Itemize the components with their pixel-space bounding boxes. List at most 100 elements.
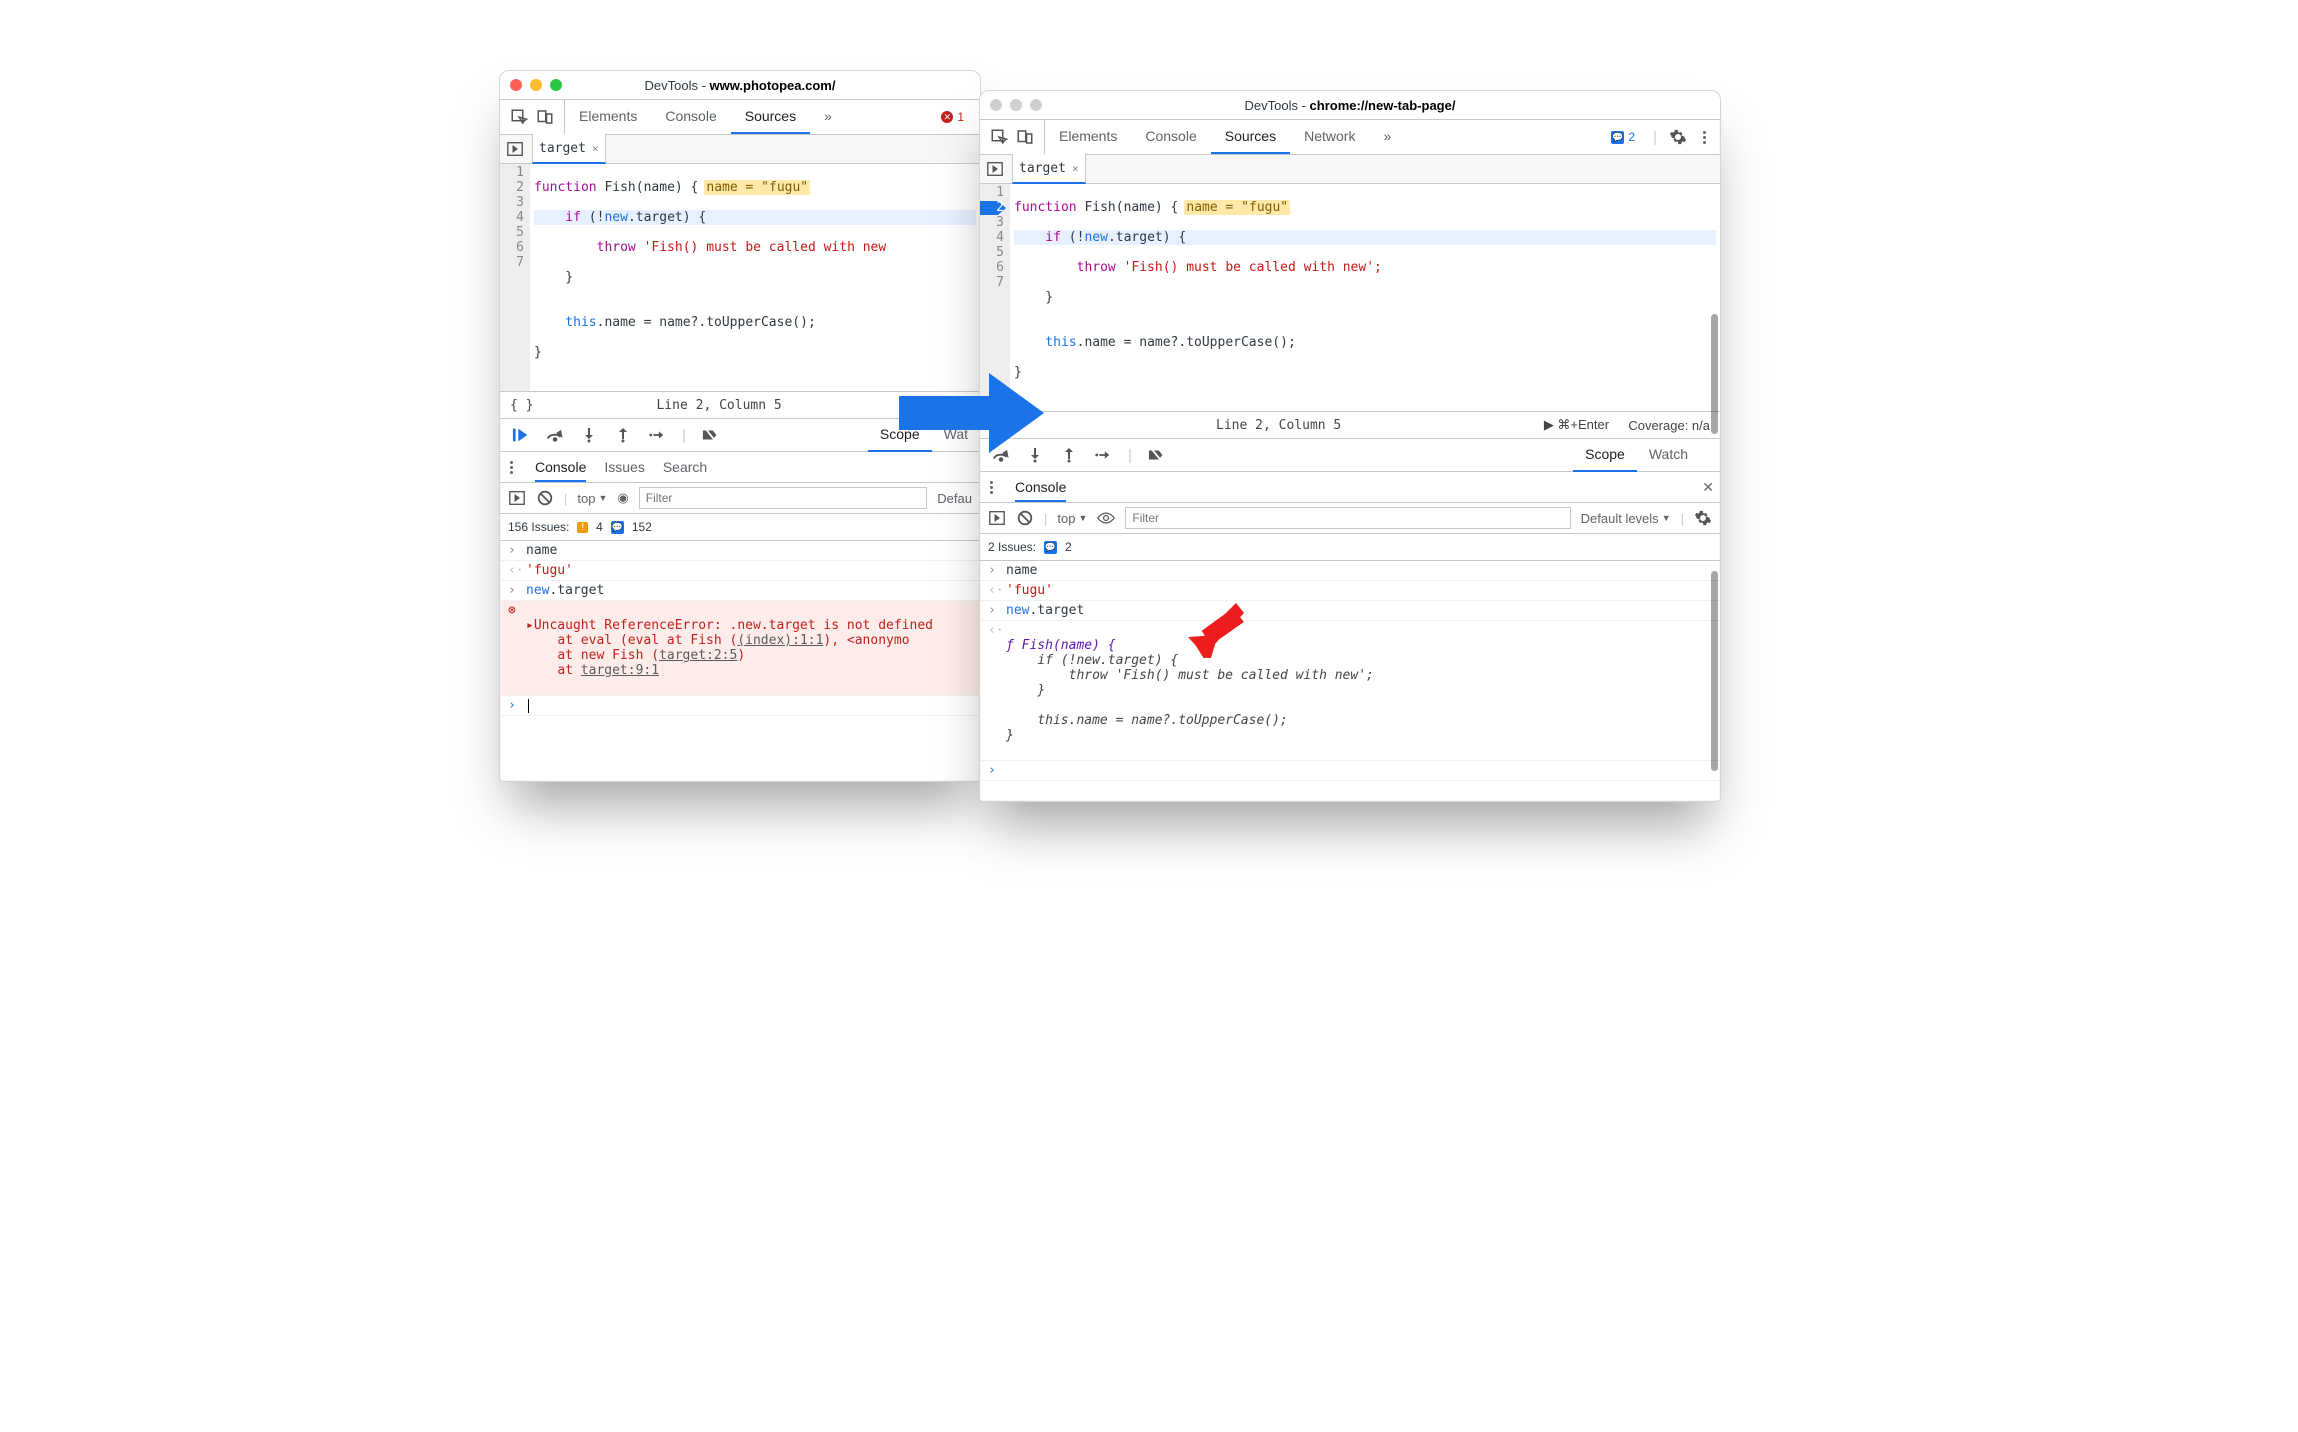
maximize-icon[interactable]: [1030, 99, 1042, 111]
step-icon[interactable]: [648, 427, 666, 443]
file-tab-target[interactable]: target ×: [1012, 154, 1086, 184]
show-navigator-icon[interactable]: [986, 160, 1004, 178]
tab-network[interactable]: Network: [1290, 120, 1369, 154]
close-file-icon[interactable]: ×: [1072, 162, 1079, 175]
console-sidebar-icon[interactable]: [508, 489, 526, 507]
code-content[interactable]: function Fish(name) {name = "fugu" if (!…: [1010, 184, 1720, 411]
clear-console-icon[interactable]: [536, 489, 554, 507]
settings-icon[interactable]: [1669, 128, 1687, 146]
window-title: DevTools - chrome://new-tab-page/: [1245, 98, 1456, 113]
console-output-value: 'fugu': [1006, 583, 1712, 598]
deactivate-breakpoints-icon[interactable]: [702, 427, 720, 443]
titlebar[interactable]: DevTools - chrome://new-tab-page/: [980, 91, 1720, 120]
live-expression-icon[interactable]: [1097, 509, 1115, 527]
close-icon[interactable]: [510, 79, 522, 91]
issues-count: 156 Issues:: [508, 520, 569, 534]
scrollbar-thumb[interactable]: [1711, 314, 1718, 434]
tab-sources[interactable]: Sources: [731, 100, 810, 134]
close-file-icon[interactable]: ×: [592, 142, 599, 155]
drawer-menu-icon[interactable]: [506, 461, 517, 474]
drawer-tabs: Console ✕: [980, 472, 1720, 503]
tab-console[interactable]: Console: [1131, 120, 1210, 154]
issues-bar[interactable]: 156 Issues: ! 4 💬 152: [500, 514, 980, 541]
inspect-icon[interactable]: [990, 128, 1008, 146]
console-error: ⊗ ▸Uncaught ReferenceError: .new.target …: [500, 601, 980, 696]
execution-line: if (!new.target) {: [1014, 230, 1716, 245]
message-badge-icon: 💬: [611, 521, 624, 534]
context-selector[interactable]: top▼: [1057, 511, 1087, 526]
show-navigator-icon[interactable]: [506, 140, 524, 158]
step-over-icon[interactable]: [546, 427, 564, 443]
live-expression-icon[interactable]: ◉: [617, 490, 628, 506]
file-tab-target[interactable]: target ×: [532, 134, 606, 164]
message-badge[interactable]: 💬2: [1605, 129, 1641, 145]
gutter[interactable]: 1234567: [500, 164, 530, 391]
console-output[interactable]: ›name ‹·'fugu' ›new.target ‹· ƒ Fish(nam…: [980, 561, 1720, 781]
code-editor[interactable]: 1 2 34567 function Fish(name) {name = "f…: [980, 184, 1720, 411]
console-input: new.target: [526, 583, 972, 598]
scope-tab[interactable]: Scope: [1573, 438, 1637, 472]
source-link[interactable]: target:9:1: [581, 663, 659, 678]
step-icon[interactable]: [1094, 447, 1112, 463]
scrollbar-thumb[interactable]: [1711, 571, 1718, 771]
issues-bar[interactable]: 2 Issues: 💬 2: [980, 534, 1720, 561]
minimize-icon[interactable]: [1010, 99, 1022, 111]
run-hint: ▶ ⌘+Enter Coverage: n/a: [1544, 417, 1710, 433]
tabs-more[interactable]: »: [1369, 120, 1405, 154]
maximize-icon[interactable]: [550, 79, 562, 91]
context-selector[interactable]: top▼: [577, 491, 607, 506]
code-content[interactable]: function Fish(name) {name = "fugu" if (!…: [530, 164, 980, 391]
drawer-tab-issues[interactable]: Issues: [604, 459, 644, 475]
tab-sources[interactable]: Sources: [1211, 120, 1290, 154]
code-editor[interactable]: 1234567 function Fish(name) {name = "fug…: [500, 164, 980, 391]
step-out-icon[interactable]: [1060, 447, 1078, 463]
console-input: name: [1006, 563, 1712, 578]
prompt-icon: ›: [508, 698, 520, 713]
file-tabs: target ×: [980, 155, 1720, 184]
step-into-icon[interactable]: [580, 427, 598, 443]
device-toolbar-icon[interactable]: [1016, 128, 1034, 146]
inline-value: name = "fugu": [1184, 200, 1290, 215]
filter-input[interactable]: [1125, 507, 1570, 529]
deactivate-breakpoints-icon[interactable]: [1148, 447, 1166, 463]
inspect-icon[interactable]: [510, 108, 528, 126]
file-name: target: [1019, 161, 1066, 176]
minimize-icon[interactable]: [530, 79, 542, 91]
close-icon[interactable]: [990, 99, 1002, 111]
console-sidebar-icon[interactable]: [988, 509, 1006, 527]
tab-console[interactable]: Console: [651, 100, 730, 134]
drawer-close-icon[interactable]: ✕: [1702, 479, 1714, 496]
devtools-header: Elements Console Sources » ✕ 1: [500, 100, 980, 135]
message-badge-icon: 💬: [1044, 541, 1057, 554]
error-badge[interactable]: ✕ 1: [935, 109, 970, 125]
source-link[interactable]: (index):1:1: [737, 633, 823, 648]
watch-tab[interactable]: Watch: [1637, 438, 1700, 472]
message-icon: 💬: [1611, 131, 1624, 144]
drawer-tab-console[interactable]: Console: [535, 459, 586, 482]
tab-elements[interactable]: Elements: [565, 100, 651, 134]
titlebar[interactable]: DevTools - www.photopea.com/: [500, 71, 980, 100]
pretty-print-icon[interactable]: { }: [510, 398, 533, 413]
console-output[interactable]: ›name ‹·'fugu' ›new.target ⊗ ▸Uncaught R…: [500, 541, 980, 716]
drawer-tab-console[interactable]: Console: [1015, 479, 1066, 502]
console-prompt[interactable]: [526, 698, 972, 713]
input-marker-icon: ›: [508, 543, 520, 558]
log-levels-selector[interactable]: Default levels▼: [1581, 511, 1671, 526]
clear-console-icon[interactable]: [1016, 509, 1034, 527]
filter-input[interactable]: [639, 487, 928, 509]
function-preview[interactable]: ƒ Fish(name) { if (!new.target) { throw …: [1006, 623, 1712, 758]
devtools-window-right: DevTools - chrome://new-tab-page/ Elemen…: [979, 90, 1721, 802]
resume-icon[interactable]: [512, 427, 530, 443]
tab-elements[interactable]: Elements: [1045, 120, 1131, 154]
source-link[interactable]: target:2:5: [659, 648, 737, 663]
device-toolbar-icon[interactable]: [536, 108, 554, 126]
issues-count: 2 Issues:: [988, 540, 1036, 554]
message-count: 152: [632, 520, 652, 534]
tabs-more[interactable]: »: [810, 100, 846, 134]
step-out-icon[interactable]: [614, 427, 632, 443]
console-settings-icon[interactable]: [1694, 509, 1712, 527]
drawer-menu-icon[interactable]: [986, 481, 997, 494]
drawer-tab-search[interactable]: Search: [663, 459, 707, 475]
log-levels-selector[interactable]: Defau: [937, 491, 972, 506]
more-icon[interactable]: [1699, 131, 1710, 144]
